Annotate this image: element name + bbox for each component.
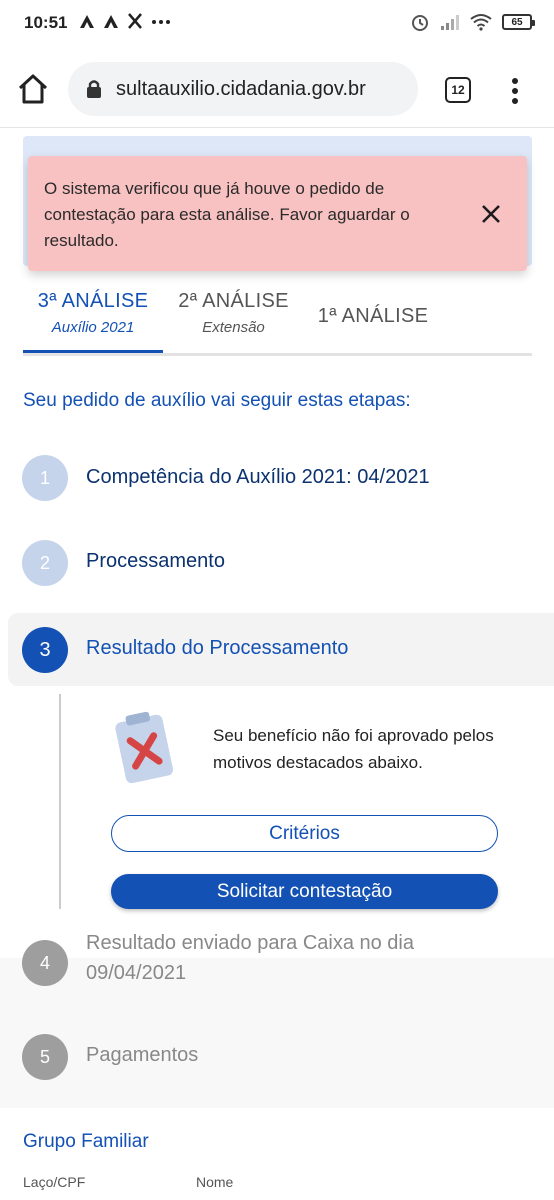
system-icons: 65 (410, 12, 535, 32)
close-icon[interactable] (480, 203, 502, 225)
signal-icon (441, 15, 459, 30)
step-number: 2 (22, 540, 68, 586)
step-label-line2: 09/04/2021 (86, 962, 187, 984)
utensils-icon (128, 13, 142, 29)
analysis-tabs: 3ª ANÁLISE Auxílio 2021 2ª ANÁLISE Exten… (23, 280, 532, 356)
alert-message: O sistema verificou que já houve o pedid… (44, 179, 410, 250)
tab-title: 1ª ANÁLISE (317, 305, 429, 327)
home-icon[interactable] (16, 72, 50, 106)
step-number: 5 (22, 1034, 68, 1080)
url-text: sultaauxilio.cidadania.gov.br (116, 77, 366, 100)
tab-title: 3ª ANÁLISE (37, 290, 149, 312)
active-tab-indicator (23, 350, 163, 353)
tab-3a-analise[interactable]: 3ª ANÁLISE Auxílio 2021 (23, 290, 163, 336)
step-label-line1: Resultado enviado para Caixa no dia (86, 932, 414, 954)
tab-title: 2ª ANÁLISE (178, 290, 289, 312)
column-header-relationship: Laço/CPF (23, 1174, 86, 1190)
family-group-title: Grupo Familiar (23, 1131, 149, 1152)
step-label: Pagamentos (86, 1044, 199, 1066)
step-label: Processamento (86, 550, 225, 572)
wifi-icon (470, 14, 492, 31)
criteria-button[interactable]: Critérios (111, 815, 498, 852)
tab-2a-analise[interactable]: 2ª ANÁLISE Extensão (171, 290, 296, 336)
steps-heading: Seu pedido de auxílio vai seguir estas e… (23, 390, 411, 411)
browser-toolbar: sultaauxilio.cidadania.gov.br 12 (0, 50, 554, 128)
request-contest-button[interactable]: Solicitar contestação (111, 874, 498, 909)
step-number: 4 (22, 940, 68, 986)
status-bar: 10:51 65 (0, 0, 554, 50)
tab-switcher-button[interactable]: 12 (445, 77, 471, 103)
column-header-name: Nome (196, 1174, 234, 1190)
step-connector (59, 694, 61, 909)
tab-subtitle: Extensão (202, 319, 265, 336)
step-label: Resultado do Processamento (86, 637, 349, 659)
step-number: 1 (22, 455, 68, 501)
status-time: 10:51 (24, 13, 68, 32)
contest-alert: O sistema verificou que já houve o pedid… (28, 156, 527, 271)
battery-icon: 65 (502, 14, 535, 30)
browser-menu-button[interactable] (505, 76, 525, 106)
notification-icons (78, 12, 172, 30)
app-a-icon (80, 15, 94, 28)
result-message: Seu benefício não foi aprovado pelos mot… (213, 726, 494, 772)
app-a-icon (104, 15, 118, 28)
rejected-clipboard-icon (115, 711, 174, 784)
pending-steps-area (0, 958, 554, 1108)
step-number: 3 (22, 627, 68, 673)
address-bar[interactable]: sultaauxilio.cidadania.gov.br (68, 62, 418, 116)
tab-1a-analise[interactable]: 1ª ANÁLISE (308, 305, 438, 328)
step-label: Competência do Auxílio 2021: 04/2021 (86, 466, 430, 488)
lock-icon (87, 80, 101, 98)
more-icon (152, 20, 170, 24)
alarm-icon (412, 15, 428, 31)
tab-subtitle: Auxílio 2021 (51, 319, 135, 336)
